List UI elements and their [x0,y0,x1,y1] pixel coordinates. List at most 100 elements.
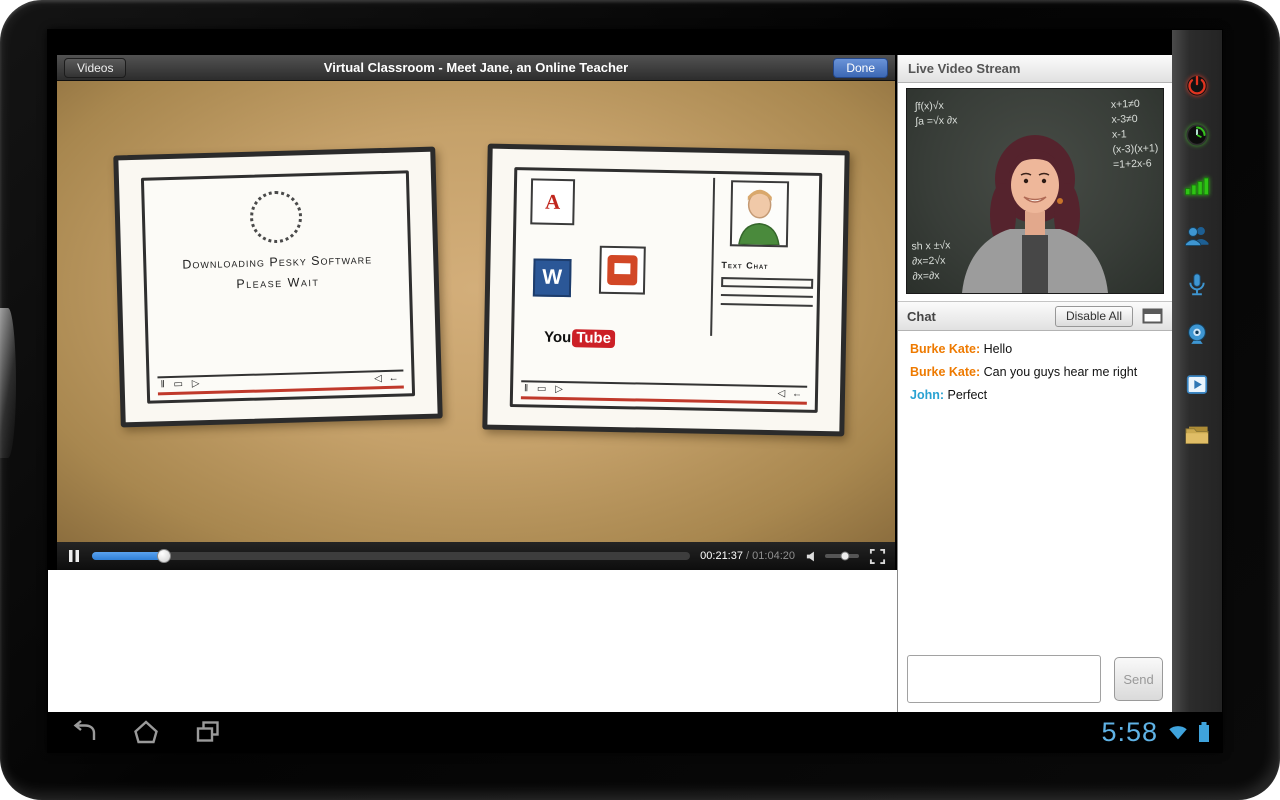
nav-recents-button[interactable] [192,718,224,746]
volume-knob[interactable] [840,552,849,561]
teacher-portrait [956,115,1114,293]
sketch-controls-glyphs-icon: ‖ ▭ ▷ [161,378,203,390]
toolbar-webcam-button[interactable] [1180,318,1214,352]
fullscreen-button[interactable] [869,548,886,565]
webcam-icon [1182,320,1212,350]
popout-window-button[interactable] [1142,308,1163,324]
video-play-icon [1182,370,1212,400]
toolbar-clock-button[interactable] [1180,118,1214,152]
back-icon [70,719,98,745]
text-chat-sketch: Text Chat [721,260,814,307]
toolbar-power-button[interactable] [1180,68,1214,102]
sketch-player-controls: ‖ ▭ ▷ ◁ ← [521,380,807,404]
video-player: Videos Virtual Classroom - Meet Jane, an… [48,55,897,570]
status-cluster: 5:58 [1101,712,1210,752]
chat-text: Hello [984,342,1013,356]
sketch-speaker-glyphs-icon: ◁ ← [374,373,401,385]
player-title-bar: Videos Virtual Classroom - Meet Jane, an… [57,55,895,81]
progress-fill [92,552,164,560]
tablet-frame: Videos Virtual Classroom - Meet Jane, an… [0,0,1280,800]
chat-author: Burke Kate: [910,365,980,379]
send-button[interactable]: Send [1114,657,1163,701]
chalkboard-formulas: sh x ±√x ∂x=2√x ∂x=∂x [911,238,951,284]
battery-icon [1198,721,1210,743]
pdf-icon: A [530,178,575,225]
power-icon [1182,70,1212,100]
speaker-icon[interactable] [805,549,820,564]
toolbar-microphone-button[interactable] [1180,268,1214,302]
folder-icon [1182,420,1212,450]
chat-author: John: [910,388,944,402]
current-time: 00:21:37 [700,550,743,562]
sketch-paper-right: A [482,144,849,437]
nav-back-button[interactable] [68,718,100,746]
status-clock: 5:58 [1101,717,1158,748]
youtube-logo: YouTube [544,329,615,347]
volume-control [805,549,859,564]
live-video-stream: ∫f(x)√x ∫a =√x ∂x sh x ±√x ∂x=2√x ∂x=∂x … [906,88,1164,294]
sketch-text-line1: Downloading Pesky Software [182,252,372,271]
avatar-sketch-icon [730,180,789,247]
text-chat-label: Text Chat [721,260,813,272]
chat-title: Chat [907,309,936,324]
progress-knob[interactable] [157,549,171,563]
sketch-screen-right: A [510,167,823,413]
nav-home-button[interactable] [130,718,162,746]
playback-controls: 00:21:37 / 01:04:20 [57,542,895,570]
side-toolbar [1172,30,1222,712]
microphone-icon [1182,270,1212,300]
wifi-icon [1167,722,1189,742]
text-chat-line-sketch [721,294,813,298]
sidebar: Live Video Stream ∫f(x)√x ∫a =√x ∂x sh x… [897,55,1172,712]
chat-input-row: Send [907,654,1163,704]
recents-icon [194,719,222,745]
chat-author: Burke Kate: [910,342,980,356]
pause-button[interactable] [66,548,82,564]
chat-message: Burke Kate: Hello [910,342,1160,356]
disable-all-button[interactable]: Disable All [1055,306,1133,327]
chat-header: Chat Disable All [898,301,1172,331]
sketch-controls-glyphs-icon: ‖ ▭ ▷ [524,383,566,395]
sketch-paper-left: Downloading Pesky Software Please Wait ‖… [113,147,442,428]
toolbar-signal-button[interactable] [1180,168,1214,202]
signal-bars-icon [1182,170,1212,200]
pause-icon [66,548,82,564]
sketch-screen-left: Downloading Pesky Software Please Wait ‖… [141,170,415,403]
chat-message-list: Burke Kate: Hello Burke Kate: Can you gu… [898,331,1172,602]
chat-input[interactable] [907,655,1101,703]
sketch-speaker-glyphs-icon: ◁ ← [777,388,804,400]
content-area-blank [48,570,897,712]
progress-bar[interactable] [92,552,690,560]
dotted-spinner-icon [249,190,302,243]
toolbar-files-button[interactable] [1180,418,1214,452]
chat-text: Perfect [948,388,988,402]
chat-message: Burke Kate: Can you guys hear me right [910,365,1160,379]
window-icon [1142,308,1163,324]
total-time: 01:04:20 [752,550,795,562]
contacts-icon [1182,220,1212,250]
page-title: Virtual Classroom - Meet Jane, an Online… [57,60,895,75]
chalkboard-formulas: x+1≠0 x-3≠0 x-1 (x-3)(x+1) =1+2x-6 [1111,96,1159,173]
fullscreen-icon [869,548,886,565]
home-icon [132,719,160,745]
powerpoint-icon [599,246,646,295]
clock-icon [1182,120,1212,150]
toolbar-video-button[interactable] [1180,368,1214,402]
sketch-divider [710,178,715,336]
chat-text: Can you guys hear me right [984,365,1138,379]
app-window: Videos Virtual Classroom - Meet Jane, an… [48,30,1222,712]
screen: Videos Virtual Classroom - Meet Jane, an… [48,30,1222,752]
live-stream-header: Live Video Stream [898,55,1172,83]
done-button[interactable]: Done [833,58,888,78]
system-navigation-bar: 5:58 [48,712,1222,752]
text-chat-box-sketch [721,277,813,289]
video-surface[interactable]: Downloading Pesky Software Please Wait ‖… [57,81,895,542]
toolbar-contacts-button[interactable] [1180,218,1214,252]
time-display: 00:21:37 / 01:04:20 [700,550,795,562]
text-chat-line-sketch [721,303,813,307]
word-icon: W [533,258,572,297]
chat-message: John: Perfect [910,388,1160,402]
volume-slider[interactable] [825,554,859,558]
chalkboard-formulas: ∫f(x)√x ∫a =√x ∂x [914,98,957,129]
sketch-text-line2: Please Wait [236,275,319,291]
